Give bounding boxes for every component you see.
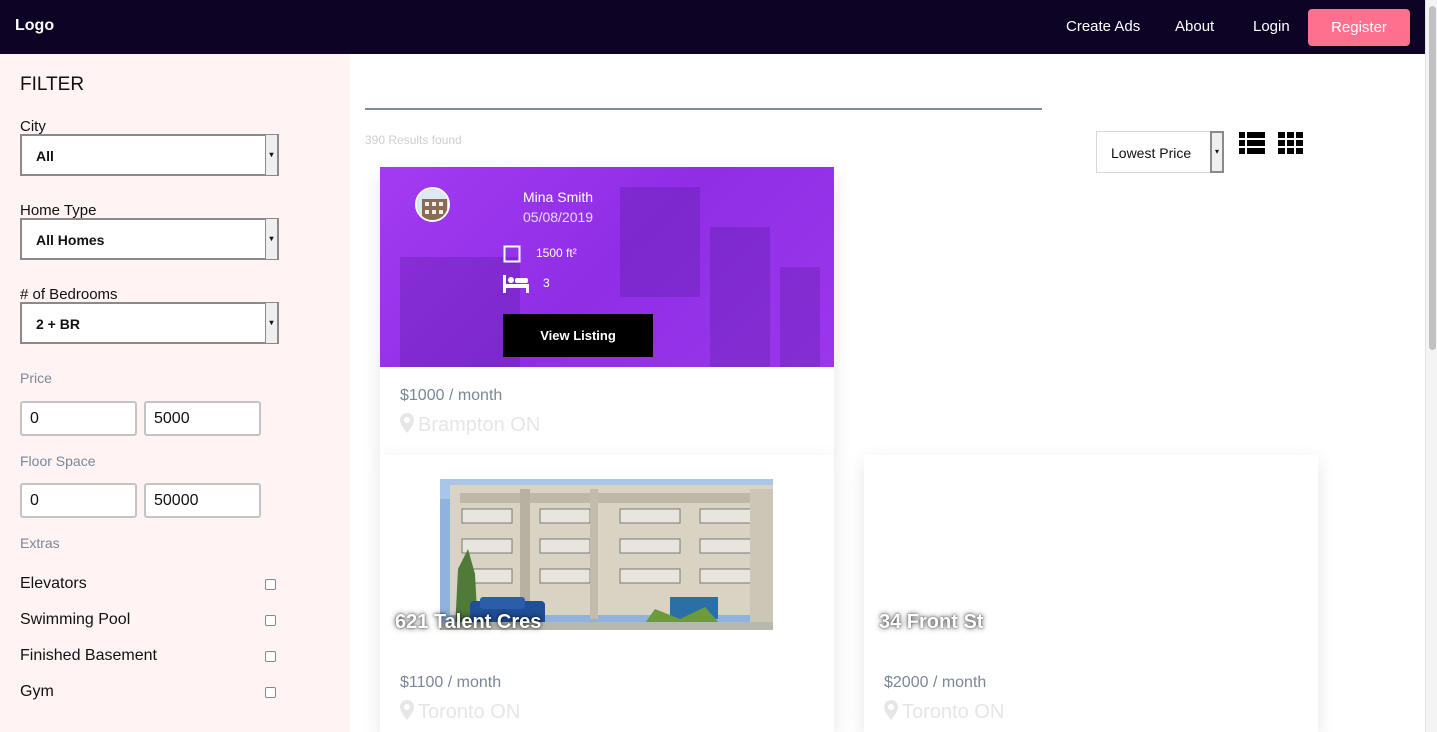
logo[interactable]: Logo [15, 17, 54, 35]
elevators-checkbox[interactable] [265, 579, 276, 590]
view-listing-button[interactable]: View Listing [503, 314, 653, 357]
owner-name: Mina Smith [523, 189, 594, 205]
listing-date: 05/08/2019 [523, 209, 594, 225]
extra-label-gym: Gym [20, 683, 54, 700]
listing-location: Toronto ON [400, 700, 520, 724]
nav-link-about[interactable]: About [1175, 18, 1214, 35]
nav-link-create-ads[interactable]: Create Ads [1066, 18, 1140, 35]
location-pin-icon [400, 413, 414, 433]
list-view-icon[interactable] [1239, 132, 1265, 154]
location-pin-icon [884, 700, 898, 720]
sort-select[interactable]: Lowest Price ▾ [1096, 131, 1224, 173]
bedrooms-label: # of Bedrooms [20, 286, 118, 303]
page-scrollbar[interactable] [1425, 0, 1437, 732]
dropdown-arrow-icon[interactable]: ▾ [265, 134, 279, 176]
location-pin-icon [400, 700, 414, 720]
results-count: 390 Results found [365, 133, 462, 147]
square-area-icon [503, 245, 521, 263]
listing-area: 1500 ft² [536, 246, 577, 260]
extra-label-finished-basement: Finished Basement [20, 647, 157, 664]
listing-location-text: Toronto ON [902, 701, 1005, 723]
city-select-value: All [36, 148, 54, 164]
floor-space-min-input[interactable]: 0 [20, 483, 137, 518]
extra-label-swimming-pool: Swimming Pool [20, 611, 131, 628]
swimming-pool-checkbox[interactable] [265, 615, 276, 626]
listing-price: $1100 / month [400, 674, 502, 691]
floor-space-label: Floor Space [20, 453, 96, 469]
listing-address: 621 Talent Cres [395, 611, 542, 633]
price-max-input[interactable]: 5000 [144, 401, 261, 436]
listing-bedrooms: 3 [543, 276, 550, 290]
top-navbar: Logo Create Ads About Login Register [0, 0, 1425, 54]
dropdown-arrow-icon[interactable]: ▾ [265, 302, 279, 344]
floor-space-max-input[interactable]: 50000 [144, 483, 261, 518]
listing-location-text: Brampton ON [418, 414, 541, 436]
listing-card[interactable]: Mina Smith 05/08/2019 1500 ft² 3 View Li… [380, 167, 834, 457]
owner-avatar [415, 187, 450, 222]
listing-location: Toronto ON [884, 700, 1004, 724]
city-label: City [20, 118, 46, 135]
extra-label-elevators: Elevators [20, 575, 87, 592]
listing-photo [440, 479, 773, 630]
listing-card[interactable]: 34 Front St $2000 / month Toronto ON [864, 455, 1318, 732]
search-input[interactable] [365, 108, 1042, 110]
nav-link-login[interactable]: Login [1253, 18, 1290, 35]
listing-address: 34 Front St [879, 611, 984, 633]
filter-title: FILTER [20, 74, 85, 95]
listing-price: $1000 / month [400, 387, 503, 404]
price-label: Price [20, 370, 52, 386]
home-type-select-value: All Homes [36, 232, 105, 248]
listing-card[interactable]: 621 Talent Cres $1100 / month Toronto ON [380, 455, 834, 732]
listing-image-overlay: Mina Smith 05/08/2019 1500 ft² 3 View Li… [380, 167, 834, 367]
listing-price: $2000 / month [884, 674, 987, 691]
bedrooms-select-value: 2 + BR [36, 316, 80, 332]
gym-checkbox[interactable] [265, 687, 276, 698]
finished-basement-checkbox[interactable] [265, 651, 276, 662]
city-select[interactable]: All ▾ [20, 134, 279, 176]
home-type-label: Home Type [20, 202, 97, 219]
price-min-input[interactable]: 0 [20, 401, 137, 436]
listing-location: Brampton ON [400, 413, 540, 437]
bed-icon [503, 275, 529, 293]
sort-select-value: Lowest Price [1111, 145, 1192, 161]
extras-label: Extras [20, 535, 60, 551]
dropdown-arrow-icon[interactable]: ▾ [265, 218, 279, 260]
register-button[interactable]: Register [1308, 9, 1410, 46]
home-type-select[interactable]: All Homes ▾ [20, 218, 279, 260]
dropdown-arrow-icon[interactable]: ▾ [1210, 131, 1224, 173]
listing-location-text: Toronto ON [418, 701, 521, 723]
scrollbar-thumb[interactable] [1429, 6, 1436, 350]
grid-view-icon[interactable] [1278, 132, 1304, 154]
bedrooms-select[interactable]: 2 + BR ▾ [20, 302, 279, 344]
